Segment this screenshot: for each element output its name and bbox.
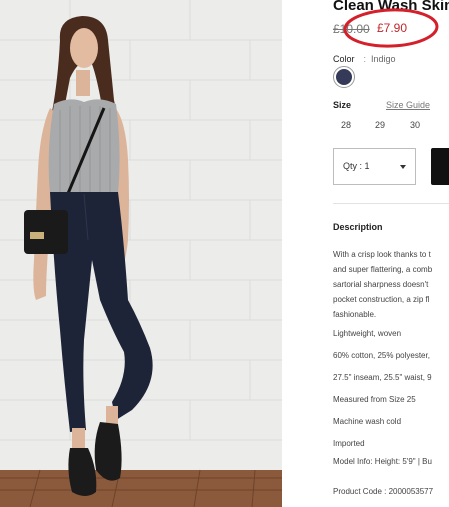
description-line: and super flattering, a comb: [333, 265, 433, 274]
size-guide-link[interactable]: Size Guide: [386, 100, 430, 110]
size-option-30[interactable]: 30: [405, 120, 425, 130]
color-value: Indigo: [371, 54, 396, 64]
quantity-value: Qty : 1: [343, 161, 370, 171]
size-option-28[interactable]: 28: [336, 120, 356, 130]
detail-item: 27.5" inseam, 25.5" waist, 9: [333, 373, 432, 382]
quantity-select[interactable]: Qty : 1: [333, 148, 416, 185]
size-label: Size: [333, 100, 352, 110]
size-option-29[interactable]: 29: [370, 120, 390, 130]
price-highlight-circle: [343, 8, 439, 48]
color-label: Color: [333, 54, 355, 64]
add-to-bag-button[interactable]: [431, 148, 449, 185]
detail-item: Machine wash cold: [333, 417, 402, 426]
detail-item: Model Info: Height: 5'9" | Bu: [333, 457, 432, 466]
product-code: Product Code : 2000053577: [333, 487, 434, 496]
color-row: Color: Indigo: [333, 54, 396, 64]
detail-item: Lightweight, woven: [333, 329, 402, 338]
detail-item: 60% cotton, 25% polyester,: [333, 351, 430, 360]
description-line: fashionable.: [333, 310, 377, 319]
product-photo: [0, 0, 282, 507]
caret-down-icon: [400, 165, 406, 169]
detail-item: Imported: [333, 439, 365, 448]
color-swatch-indigo[interactable]: [333, 66, 355, 88]
description-line: pocket construction, a zip fl: [333, 295, 430, 304]
color-separator: :: [363, 54, 367, 64]
detail-item: Measured from Size 25: [333, 395, 416, 404]
description-heading: Description: [333, 222, 383, 232]
description-line: sartorial sharpness doesn't: [333, 280, 429, 289]
product-info-panel: Clean Wash Skin £10.00 £7.90 Color: Indig…: [333, 0, 449, 507]
description-line: With a crisp look thanks to t: [333, 250, 431, 259]
section-divider: [333, 203, 449, 204]
model-illustration: [0, 0, 282, 507]
swatch-fill: [336, 69, 352, 85]
